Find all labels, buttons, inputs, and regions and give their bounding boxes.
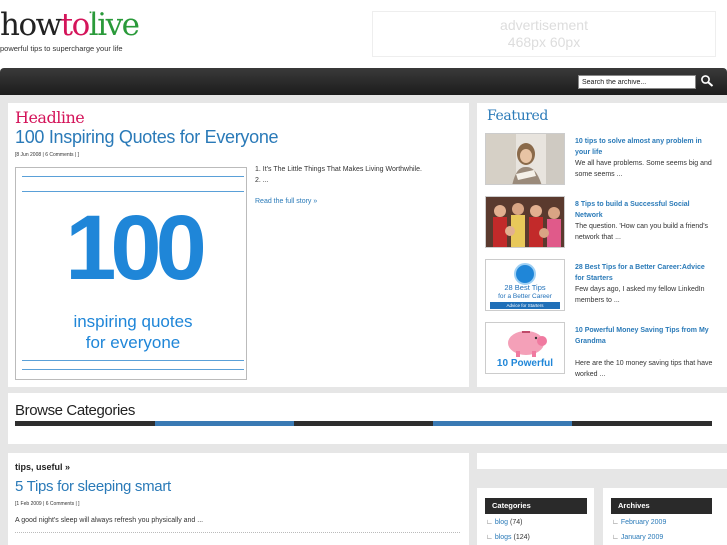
featured-thumb-4[interactable]: 10 Powerful	[485, 322, 565, 374]
tree-branch-icon: ∟	[612, 519, 621, 526]
headline-excerpt-2: 2. ...	[255, 177, 269, 184]
featured-title-2[interactable]: 8 Tips to build a Successful Social Netw…	[575, 199, 715, 221]
badge-icon	[514, 263, 536, 285]
tagline: powerful tips to supercharge your life	[0, 44, 123, 53]
archive-link-jan-2009[interactable]: ∟ January 2009	[612, 534, 663, 541]
featured-title-3[interactable]: 28 Best Tips for a Better Career:Advice …	[575, 262, 715, 284]
featured-image-1	[486, 134, 564, 184]
thumb-line-1: inspiring quotes	[73, 312, 193, 331]
featured-thumb-3[interactable]: 28 Best Tips for a Better Career Advice …	[485, 259, 565, 311]
thumb-rule-top-2	[22, 191, 244, 192]
nav-about[interactable]: ABOUT	[68, 0, 94, 27]
category-tab-4[interactable]	[433, 421, 572, 426]
headline-excerpt-1: 1. It's The Little Things That Makes Liv…	[255, 166, 422, 173]
featured-thumb-3-line-2: for a Better Career	[498, 293, 552, 300]
category-tab-5[interactable]	[572, 421, 712, 426]
nav-privacy[interactable]: PRIVACY	[180, 0, 213, 27]
search-input[interactable]	[578, 75, 696, 89]
archives-widget-title: Archives	[611, 498, 712, 514]
featured-thumb-3-line-3: Advice for Starters	[490, 302, 560, 309]
featured-label: Featured	[487, 108, 548, 124]
page: howtolive powerful tips to supercharge y…	[0, 0, 727, 545]
featured-thumb-3-line-1: 28 Best Tips	[504, 283, 546, 292]
post-category[interactable]: tips, useful »	[15, 462, 70, 472]
category-tab-3[interactable]	[294, 421, 433, 426]
category-link-blogs[interactable]: ∟ blogs (124)	[486, 534, 530, 541]
featured-desc-4: Here are the 10 money saving tips that h…	[575, 360, 713, 378]
category-tab-1[interactable]	[15, 421, 155, 426]
archive-link-feb-2009[interactable]: ∟ February 2009	[612, 519, 666, 526]
category-count: (124)	[513, 534, 530, 541]
browse-categories-title: Browse Categories	[15, 402, 135, 419]
thumb-number: 100	[65, 197, 207, 299]
sidebar-strip	[477, 453, 727, 469]
thumb-rule-bottom-2	[22, 369, 244, 370]
featured-title-4[interactable]: 10 Powerful Money Saving Tips from My Gr…	[575, 325, 715, 347]
nav-contact[interactable]: CONTACT	[119, 0, 155, 27]
category-link-blog[interactable]: ∟ blog (74)	[486, 519, 522, 526]
post-meta: [1 Feb 2009 | 6 Comments | ]	[15, 501, 80, 507]
read-more-link[interactable]: Read the full story »	[255, 198, 317, 205]
tree-branch-icon: ∟	[612, 534, 621, 541]
nav-home[interactable]: HOME	[20, 0, 42, 27]
advertisement-box[interactable]: advertisement 468px 60px	[372, 11, 716, 57]
featured-thumb-4-line-1: 10 Powerful	[496, 358, 554, 369]
ad-label: advertisement	[500, 17, 588, 33]
featured-desc-1: We all have problems. Some seems big and…	[575, 160, 712, 178]
headline-thumbnail[interactable]: 100 inspiring quotes for everyone	[15, 167, 247, 380]
headline-meta: [8 Jun 2008 | 6 Comments | ]	[15, 152, 80, 158]
thumb-rule-top	[22, 176, 244, 177]
category-tab-2[interactable]	[155, 421, 294, 426]
category-name[interactable]: blog	[495, 519, 508, 526]
featured-title-1[interactable]: 10 tips to solve almost any problem in y…	[575, 136, 715, 158]
tree-branch-icon: ∟	[486, 519, 495, 526]
thumb-line-2: for everyone	[85, 333, 181, 352]
post-excerpt: A good night's sleep will always refresh…	[15, 517, 204, 524]
archive-name[interactable]: January 2009	[621, 534, 663, 541]
featured-desc-3: Few days ago, I asked my fellow LinkedIn…	[575, 286, 705, 304]
headline-label: Headline	[15, 108, 85, 127]
search-icon[interactable]	[700, 74, 714, 88]
archive-name[interactable]: February 2009	[621, 519, 667, 526]
category-count: (74)	[510, 519, 523, 526]
thumb-rule-bottom	[22, 360, 244, 361]
featured-thumb-1[interactable]	[485, 133, 565, 185]
post-divider	[15, 532, 460, 533]
ad-size: 468px 60px	[507, 34, 581, 50]
headline-post-title[interactable]: 100 Inspiring Quotes for Everyone	[15, 127, 279, 148]
featured-image-2	[486, 197, 564, 247]
featured-desc-2: The question. 'How can you build a frien…	[575, 223, 709, 241]
featured-thumb-2[interactable]	[485, 196, 565, 248]
categories-widget-title: Categories	[485, 498, 587, 514]
category-name[interactable]: blogs	[495, 534, 512, 541]
post-title[interactable]: 5 Tips for sleeping smart	[15, 478, 171, 495]
tree-branch-icon: ∟	[486, 534, 495, 541]
